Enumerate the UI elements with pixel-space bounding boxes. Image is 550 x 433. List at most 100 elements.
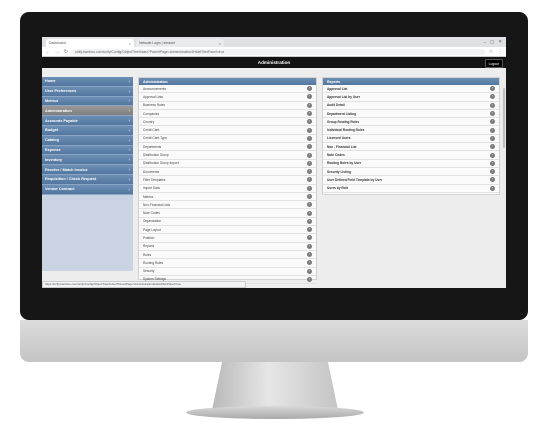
list-item[interactable]: Announcements ›	[139, 85, 316, 94]
menu-icon[interactable]: ⋮	[497, 49, 503, 55]
arrow-right-icon[interactable]: ›	[490, 111, 495, 117]
list-item[interactable]: Licensed Users ›	[323, 135, 499, 144]
arrow-right-icon[interactable]: ›	[307, 243, 312, 249]
list-item[interactable]: Credit Card Type ›	[139, 135, 316, 144]
list-item[interactable]: Approval List by User ›	[323, 93, 499, 102]
list-item[interactable]: Departments ›	[139, 143, 316, 152]
arrow-right-icon[interactable]: ›	[307, 160, 312, 166]
arrow-right-icon[interactable]: ›	[307, 152, 312, 158]
list-item[interactable]: Filter Templates ›	[139, 176, 316, 185]
arrow-right-icon[interactable]: ›	[307, 268, 312, 274]
arrow-right-icon[interactable]: ›	[490, 160, 495, 166]
minimize-icon[interactable]: −	[483, 40, 486, 45]
list-item[interactable]: Position ›	[139, 234, 316, 243]
list-item[interactable]: Approval Lists ›	[139, 93, 316, 102]
logout-button[interactable]: Logout	[484, 59, 503, 68]
sidebar-item[interactable]: Expense ›	[42, 145, 133, 156]
arrow-right-icon[interactable]: ›	[307, 102, 312, 108]
close-icon[interactable]: ×	[129, 41, 131, 46]
arrow-right-icon[interactable]: ›	[490, 144, 495, 150]
arrow-right-icon[interactable]: ›	[307, 111, 312, 117]
scrollbar[interactable]	[502, 68, 506, 280]
list-item[interactable]: Distribution Group ›	[139, 151, 316, 160]
star-icon[interactable]: ☆	[488, 49, 494, 55]
arrow-right-icon[interactable]: ›	[307, 276, 312, 282]
sidebar-item[interactable]: User Preferences ›	[42, 86, 133, 97]
list-item[interactable]: Note Codes ›	[139, 209, 316, 218]
list-item[interactable]: Group Routing Rules ›	[323, 118, 499, 127]
arrow-right-icon[interactable]: ›	[490, 185, 495, 191]
arrow-right-icon[interactable]: ›	[307, 127, 312, 133]
sidebar-item[interactable]: Accounts Payable ›	[42, 116, 133, 126]
arrow-right-icon[interactable]: ›	[307, 260, 312, 266]
browser-tab[interactable]: Netsuite Login | Intranet ×	[136, 39, 224, 47]
close-icon[interactable]: ×	[219, 41, 221, 46]
list-item[interactable]: Audit Detail ›	[323, 102, 499, 110]
arrow-right-icon[interactable]: ›	[307, 185, 312, 191]
list-item[interactable]: Non-Financial Lists ›	[139, 201, 316, 210]
arrow-right-icon[interactable]: ›	[490, 102, 495, 108]
arrow-right-icon[interactable]: ›	[490, 152, 495, 158]
list-item[interactable]: Note Codes ›	[323, 151, 499, 160]
arrow-right-icon[interactable]: ›	[490, 86, 495, 92]
back-arrow-icon[interactable]: ←	[45, 49, 51, 55]
list-item[interactable]: Routing Rules by User ›	[323, 160, 499, 168]
list-item[interactable]: Business Rules ›	[139, 102, 316, 110]
list-item[interactable]: Page Layout ›	[139, 226, 316, 235]
maximize-icon[interactable]: ▢	[490, 39, 494, 45]
arrow-right-icon[interactable]: ›	[490, 177, 495, 183]
list-item[interactable]: Country ›	[139, 118, 316, 127]
arrow-right-icon[interactable]: ›	[307, 202, 312, 208]
list-item[interactable]: Approval List ›	[323, 85, 499, 94]
list-item[interactable]: Security Listing ›	[323, 168, 499, 177]
arrow-right-icon[interactable]: ›	[307, 210, 312, 216]
arrow-right-icon[interactable]: ›	[307, 218, 312, 224]
arrow-right-icon[interactable]: ›	[307, 119, 312, 125]
list-item[interactable]: Users by Role ›	[323, 185, 499, 193]
list-item[interactable]: Metrics ›	[139, 193, 316, 202]
arrow-right-icon[interactable]: ›	[307, 135, 312, 141]
arrow-right-icon[interactable]: ›	[490, 119, 495, 125]
browser-tab[interactable]: Dashboard ×	[46, 39, 134, 47]
sidebar-item[interactable]: Administration ›	[42, 106, 133, 117]
arrow-right-icon[interactable]: ›	[307, 169, 312, 175]
arrow-right-icon[interactable]: ›	[307, 227, 312, 233]
forward-arrow-icon[interactable]: →	[54, 49, 60, 55]
list-item[interactable]: Companies ›	[139, 110, 316, 119]
scrollbar-thumb[interactable]	[503, 88, 505, 148]
sidebar-item[interactable]: Catalog ›	[42, 135, 133, 146]
list-item[interactable]: Organization ›	[139, 218, 316, 227]
list-item[interactable]: Department Listing ›	[323, 110, 499, 119]
arrow-right-icon[interactable]: ›	[307, 252, 312, 258]
arrow-right-icon[interactable]: ›	[490, 169, 495, 175]
list-item[interactable]: User Defined Field Template by User ›	[323, 176, 499, 185]
reload-icon[interactable]: ↻	[63, 49, 69, 55]
list-item[interactable]: Individual Routing Rules ›	[323, 126, 499, 135]
list-item[interactable]: Credit Card ›	[139, 126, 316, 135]
list-item[interactable]: Routing Rules ›	[139, 259, 316, 268]
list-item[interactable]: Documents ›	[139, 168, 316, 177]
arrow-right-icon[interactable]: ›	[307, 86, 312, 92]
arrow-right-icon[interactable]: ›	[307, 144, 312, 150]
list-item[interactable]: Non - Financial List ›	[323, 143, 499, 152]
sidebar-item[interactable]: Budget ›	[42, 125, 133, 136]
list-item[interactable]: Security ›	[139, 268, 316, 276]
sidebar-item[interactable]: Requisition / Check Request ›	[42, 174, 133, 185]
arrow-right-icon[interactable]: ›	[307, 177, 312, 183]
list-item[interactable]: Distribution Group Import ›	[139, 160, 316, 168]
arrow-right-icon[interactable]: ›	[307, 94, 312, 100]
sidebar-item[interactable]: Receive / Match Invoice ›	[42, 165, 133, 175]
sidebar-item[interactable]: Inventory ›	[42, 155, 133, 166]
list-item[interactable]: Import Data ›	[139, 185, 316, 193]
list-item[interactable]: Roles ›	[139, 251, 316, 260]
sidebar-item[interactable]: Home ›	[42, 77, 133, 87]
arrow-right-icon[interactable]: ›	[307, 235, 312, 241]
arrow-right-icon[interactable]: ›	[307, 194, 312, 199]
sidebar-item[interactable]: Vendor Contract ›	[42, 184, 133, 195]
list-item[interactable]: Reports ›	[139, 243, 316, 251]
arrow-right-icon[interactable]: ›	[490, 127, 495, 133]
window-close-icon[interactable]: ✕	[498, 39, 502, 45]
address-bar[interactable]: unify.bamboo.com/unify/Config/ObjectTree…	[72, 48, 485, 55]
arrow-right-icon[interactable]: ›	[490, 135, 495, 141]
arrow-right-icon[interactable]: ›	[490, 94, 495, 100]
